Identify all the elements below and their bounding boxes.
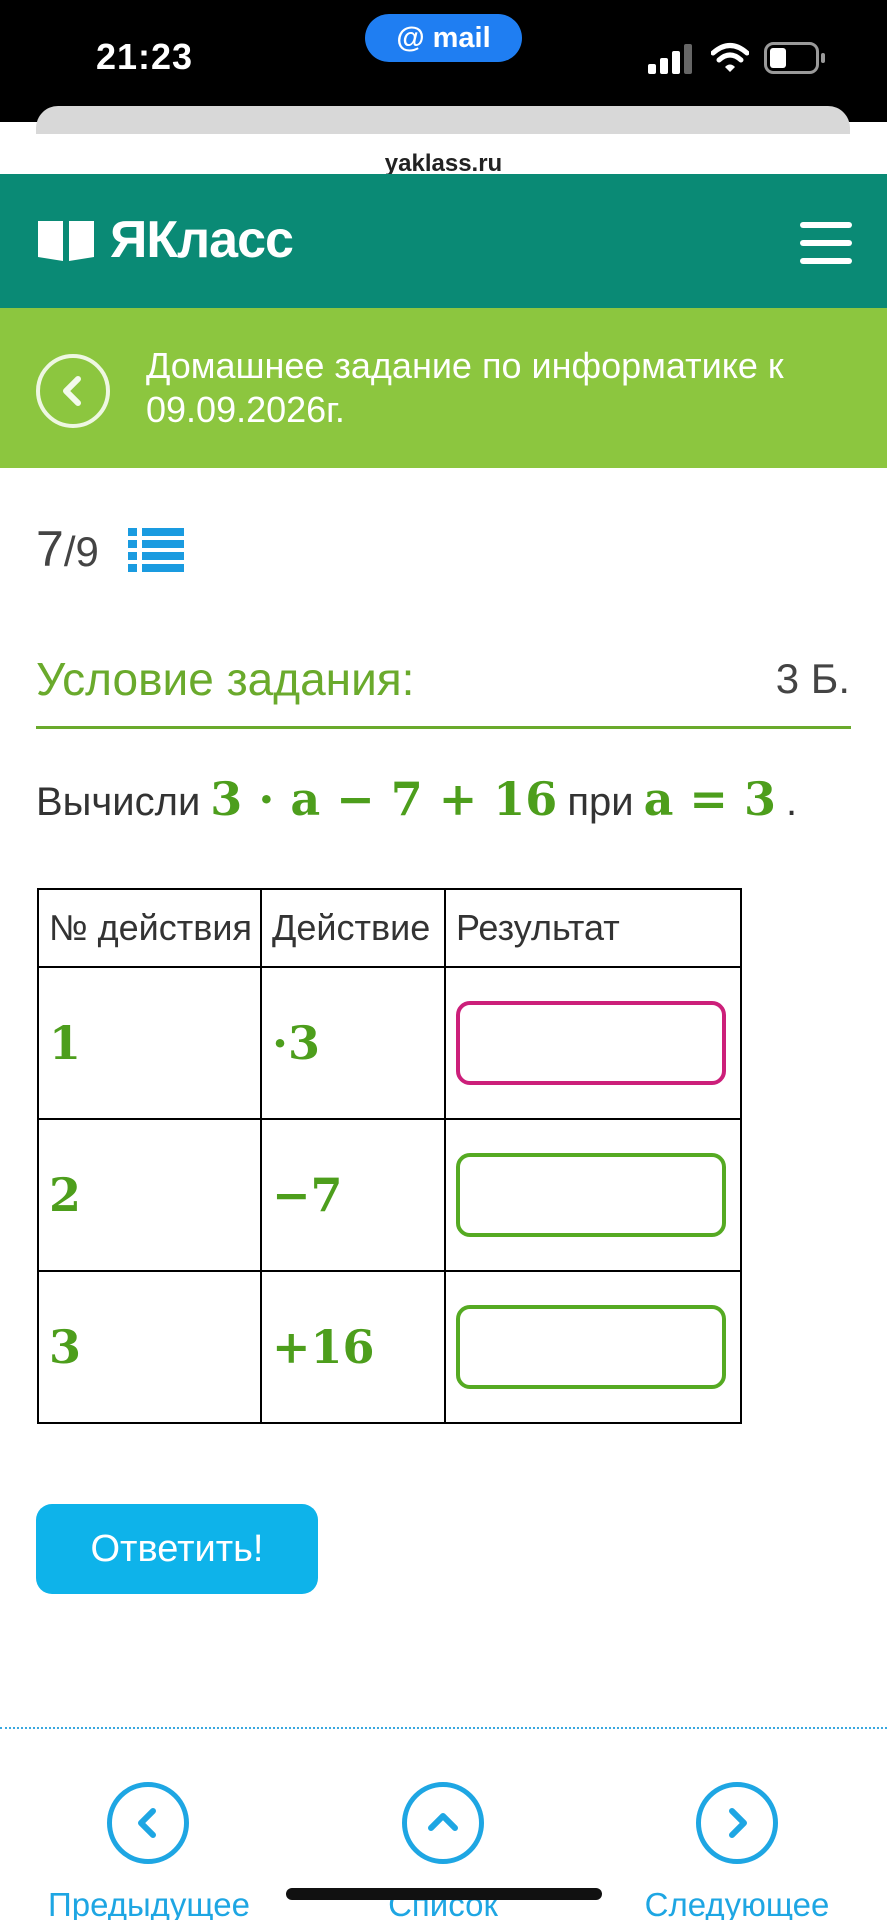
menu-icon[interactable] (800, 222, 852, 264)
nav-separator (0, 1727, 887, 1729)
result-input-1[interactable] (456, 1001, 726, 1085)
task-middle: при (567, 780, 634, 824)
total-tasks: /9 (63, 528, 99, 575)
table-row: 3 +16 (37, 1270, 742, 1424)
points-badge: 3 Б. (775, 655, 850, 702)
task-suffix: . (785, 780, 798, 824)
prev-task-button[interactable]: Предыдущее (48, 1782, 250, 1920)
wifi-icon (711, 43, 749, 72)
result-cell (444, 1270, 742, 1424)
status-bar: 21:23 @ mail (0, 0, 887, 122)
task-variable-value: a = 3 (643, 772, 776, 826)
task-expression: 3 · a − 7 + 16 (210, 772, 558, 826)
current-task-number: 7 (36, 521, 64, 577)
table-header-row: № действия Действие Результат (37, 888, 742, 968)
next-label[interactable]: Следующее (637, 1886, 837, 1920)
action-operation: ·3 (260, 966, 446, 1120)
task-counter: 7/9 (36, 520, 99, 578)
header-result: Результат (444, 888, 742, 968)
condition-title: Условие задания: (36, 653, 415, 705)
submit-answer-button[interactable]: Ответить! (36, 1504, 318, 1594)
task-statement: Вычисли 3 · a − 7 + 16 при a = 3. (36, 772, 797, 826)
action-operation: +16 (260, 1270, 446, 1424)
result-input-2[interactable] (456, 1153, 726, 1237)
task-prefix: Вычисли (36, 780, 201, 824)
chevron-right-icon[interactable] (696, 1782, 778, 1864)
table-row: 2 −7 (37, 1118, 742, 1272)
site-logo[interactable]: ЯКласс (36, 211, 294, 269)
book-logo-icon (38, 221, 94, 261)
chevron-left-icon[interactable] (107, 1782, 189, 1864)
assignment-title: Домашнее задание по информатике к 09.09.… (146, 345, 784, 430)
result-cell (444, 1118, 742, 1272)
table-row: 1 ·3 (37, 966, 742, 1120)
back-arrow-icon (63, 376, 81, 406)
result-cell (444, 966, 742, 1120)
actions-table: № действия Действие Результат 1 ·3 2 −7 … (37, 888, 742, 1424)
chevron-up-icon[interactable] (402, 1782, 484, 1864)
action-number: 3 (37, 1270, 262, 1424)
home-indicator[interactable] (286, 1888, 602, 1900)
list-icon[interactable] (128, 526, 184, 574)
action-operation: −7 (260, 1118, 446, 1272)
clock: 21:23 (96, 36, 194, 77)
header-action-number: № действия (37, 888, 262, 968)
condition-divider (36, 726, 851, 729)
back-button[interactable] (36, 354, 110, 428)
action-number: 2 (37, 1118, 262, 1272)
header-action: Действие (260, 888, 446, 968)
signal-icon (648, 44, 692, 74)
action-number: 1 (37, 966, 262, 1120)
next-task-button[interactable]: Следующее (637, 1782, 837, 1920)
prev-label[interactable]: Предыдущее (48, 1886, 250, 1920)
logo-text: ЯКласс (110, 211, 294, 269)
result-input-3[interactable] (456, 1305, 726, 1389)
mail-app-pill[interactable]: @ mail (365, 14, 522, 62)
site-header: ЯКласс (0, 174, 887, 308)
battery-icon (764, 42, 825, 74)
